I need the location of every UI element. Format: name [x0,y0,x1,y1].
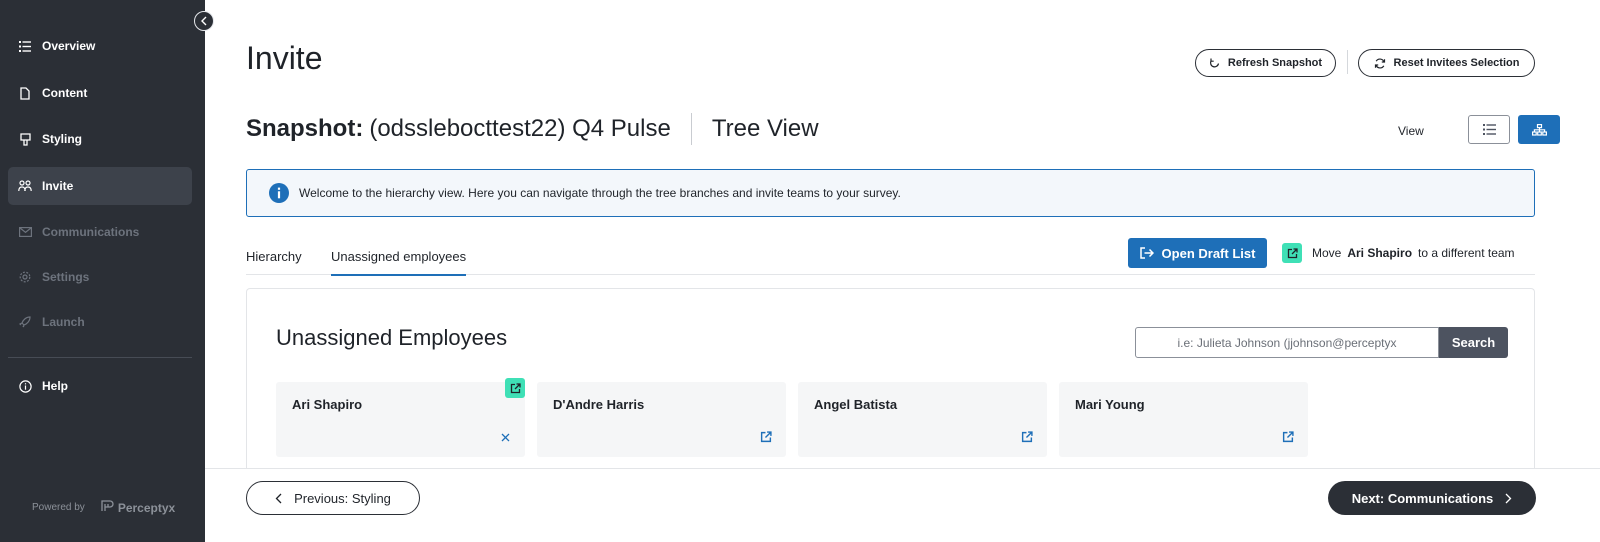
external-link-icon[interactable] [1280,429,1296,445]
header-divider [1347,50,1348,74]
move-hint-prefix: Move [1312,246,1342,260]
perceptyx-logo: Perceptyx [101,500,175,515]
list-icon [1482,124,1496,135]
open-draft-list-label: Open Draft List [1161,245,1256,261]
document-icon [18,86,32,100]
search-input[interactable] [1135,327,1439,358]
powered-by-label: Powered by [32,502,85,513]
info-icon [18,379,32,393]
page-title: Invite [246,40,323,76]
snapshot-divider [690,113,692,145]
employee-name: D'Andre Harris [553,397,645,412]
employee-card[interactable]: Mari Young [1059,382,1308,457]
tab-unassigned-employees[interactable]: Unassigned employees [331,249,467,276]
move-hint-name: Ari Shapiro [1347,246,1413,260]
powered-by: Powered by Perceptyx [32,500,175,515]
rocket-icon [18,315,32,329]
open-draft-list-button[interactable]: Open Draft List [1128,238,1267,268]
main-content: Invite Refresh Snapshot Reset Invitees S… [205,0,1600,542]
external-link-icon[interactable] [1019,429,1035,445]
panel-title: Unassigned Employees [276,325,508,350]
refresh-snapshot-button[interactable]: Refresh Snapshot [1195,49,1336,77]
sidebar-divider [8,357,192,358]
employee-card[interactable]: Ari Shapiro [276,378,525,457]
tab-hierarchy[interactable]: Hierarchy [246,249,302,274]
sidebar-item-label: Settings [42,270,90,284]
brush-icon [18,132,32,146]
view-label: View [1398,124,1424,138]
previous-button[interactable]: Previous: Styling [246,481,420,515]
chevron-right-icon [1505,493,1512,504]
sidebar-item-content[interactable]: Content [8,74,192,112]
users-icon [18,179,32,193]
sidebar-item-label: Invite [42,179,74,193]
perceptyx-logo-icon [101,500,115,515]
sidebar-item-styling[interactable]: Styling [8,120,192,158]
info-banner: Welcome to the hierarchy view. Here you … [246,169,1535,217]
employee-name: Angel Batista [814,397,898,412]
external-link-icon [505,378,525,398]
tree-view-button[interactable] [1518,115,1560,144]
refresh-snapshot-label: Refresh Snapshot [1227,57,1323,69]
sidebar-item-label: Content [42,86,88,100]
sidebar-collapse-button[interactable] [194,11,214,31]
external-link-icon [1282,243,1302,263]
unassigned-employees-panel: Unassigned Employees Search Ari Shapiro … [246,288,1535,468]
previous-button-label: Previous: Styling [294,490,391,506]
sidebar-item-label: Help [42,379,69,393]
employee-name: Mari Young [1075,397,1145,412]
sidebar-item-help[interactable]: Help [8,367,192,405]
search-button[interactable]: Search [1439,327,1508,358]
sign-out-icon [1139,247,1154,259]
gear-icon [18,270,32,284]
sidebar-item-communications[interactable]: Communications [8,213,192,251]
brand-name: Perceptyx [117,500,176,515]
close-icon[interactable] [497,429,513,445]
sync-icon [1374,57,1386,69]
move-hint-suffix: to a different team [1418,246,1515,260]
sidebar: Overview Content Styling Invite Communic… [0,0,205,542]
move-hint: Move Ari Shapiro to a different team [1282,243,1515,263]
sidebar-item-invite[interactable]: Invite [8,167,192,205]
snapshot-heading: Snapshot: (odsslebocttest22) Q4 Pulse Tr… [246,113,819,145]
sidebar-item-launch[interactable]: Launch [8,303,192,341]
sidebar-item-label: Launch [42,315,85,329]
snapshot-label: Snapshot: [246,115,364,142]
next-button[interactable]: Next: Communications [1328,481,1536,515]
info-banner-text: Welcome to the hierarchy view. Here you … [299,186,901,200]
list-icon [18,39,32,53]
list-view-button[interactable] [1468,115,1510,144]
employee-card[interactable]: Angel Batista [798,382,1047,457]
employee-name: Ari Shapiro [292,397,363,412]
next-button-label: Next: Communications [1351,490,1494,506]
footer-nav: Previous: Styling Next: Communications [205,468,1600,542]
chevron-left-icon [200,16,208,26]
sidebar-item-label: Overview [42,39,96,53]
sidebar-item-label: Communications [42,225,140,239]
sidebar-item-overview[interactable]: Overview [8,27,192,65]
refresh-icon [1209,58,1220,69]
reset-invitees-button[interactable]: Reset Invitees Selection [1358,49,1535,77]
employee-card[interactable]: D'Andre Harris [537,382,786,457]
external-link-icon[interactable] [758,429,774,445]
hierarchy-icon [1531,123,1547,136]
reset-invitees-label: Reset Invitees Selection [1393,57,1520,69]
sidebar-item-label: Styling [42,132,83,146]
chevron-left-icon [275,493,282,504]
sidebar-item-settings[interactable]: Settings [8,258,192,296]
view-name: Tree View [711,115,819,142]
mail-icon [18,225,32,239]
snapshot-name: (odsslebocttest22) Q4 Pulse [369,115,671,142]
info-icon [269,183,289,203]
